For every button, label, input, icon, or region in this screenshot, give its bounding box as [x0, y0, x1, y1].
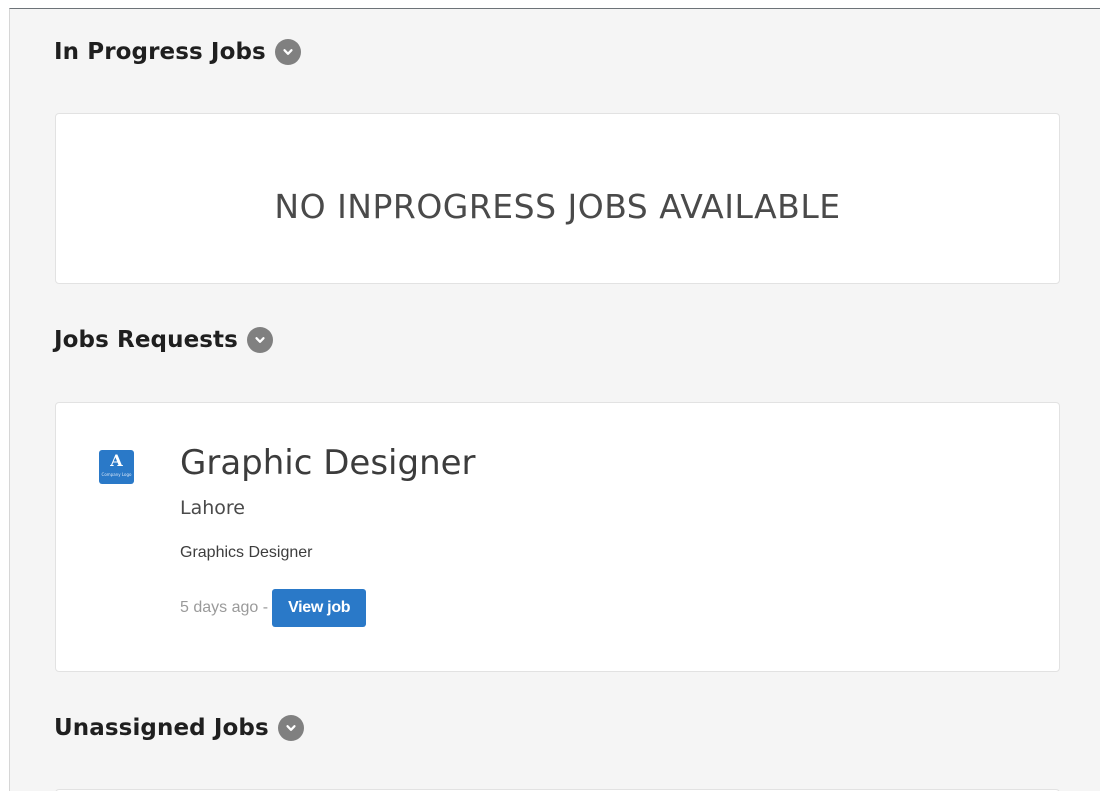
chevron-down-icon[interactable]: [274, 39, 301, 65]
job-meta: 5 days ago - View job: [180, 589, 367, 627]
empty-state-message: NO INPROGRESS JOBS AVAILABLE: [274, 187, 841, 226]
job-requests-title: Jobs Requests: [54, 327, 238, 353]
in-progress-title: In Progress Jobs: [54, 39, 266, 65]
logo-letter: A: [110, 451, 123, 470]
chevron-down-icon[interactable]: [277, 715, 304, 741]
posted-time: 5 days ago -: [180, 599, 269, 616]
unassigned-title: Unassigned Jobs: [54, 715, 269, 741]
jobs-panel: In Progress Jobs NO INPROGRESS JOBS AVAI…: [9, 8, 1100, 791]
job-category: Graphics Designer: [180, 544, 313, 561]
in-progress-card: NO INPROGRESS JOBS AVAILABLE: [55, 113, 1060, 284]
view-job-button[interactable]: View job: [272, 589, 367, 627]
company-logo: A Company Logo: [99, 450, 134, 484]
chevron-down-icon[interactable]: [246, 327, 273, 353]
job-requests-section-heading: Jobs Requests: [54, 327, 273, 353]
in-progress-section-heading: In Progress Jobs: [54, 39, 301, 65]
job-request-card: A Company Logo Graphic Designer Lahore G…: [55, 402, 1060, 672]
job-title: Graphic Designer: [180, 443, 476, 483]
job-location: Lahore: [180, 497, 245, 519]
logo-subtext: Company Logo: [101, 472, 132, 477]
unassigned-section-heading: Unassigned Jobs: [54, 715, 304, 741]
